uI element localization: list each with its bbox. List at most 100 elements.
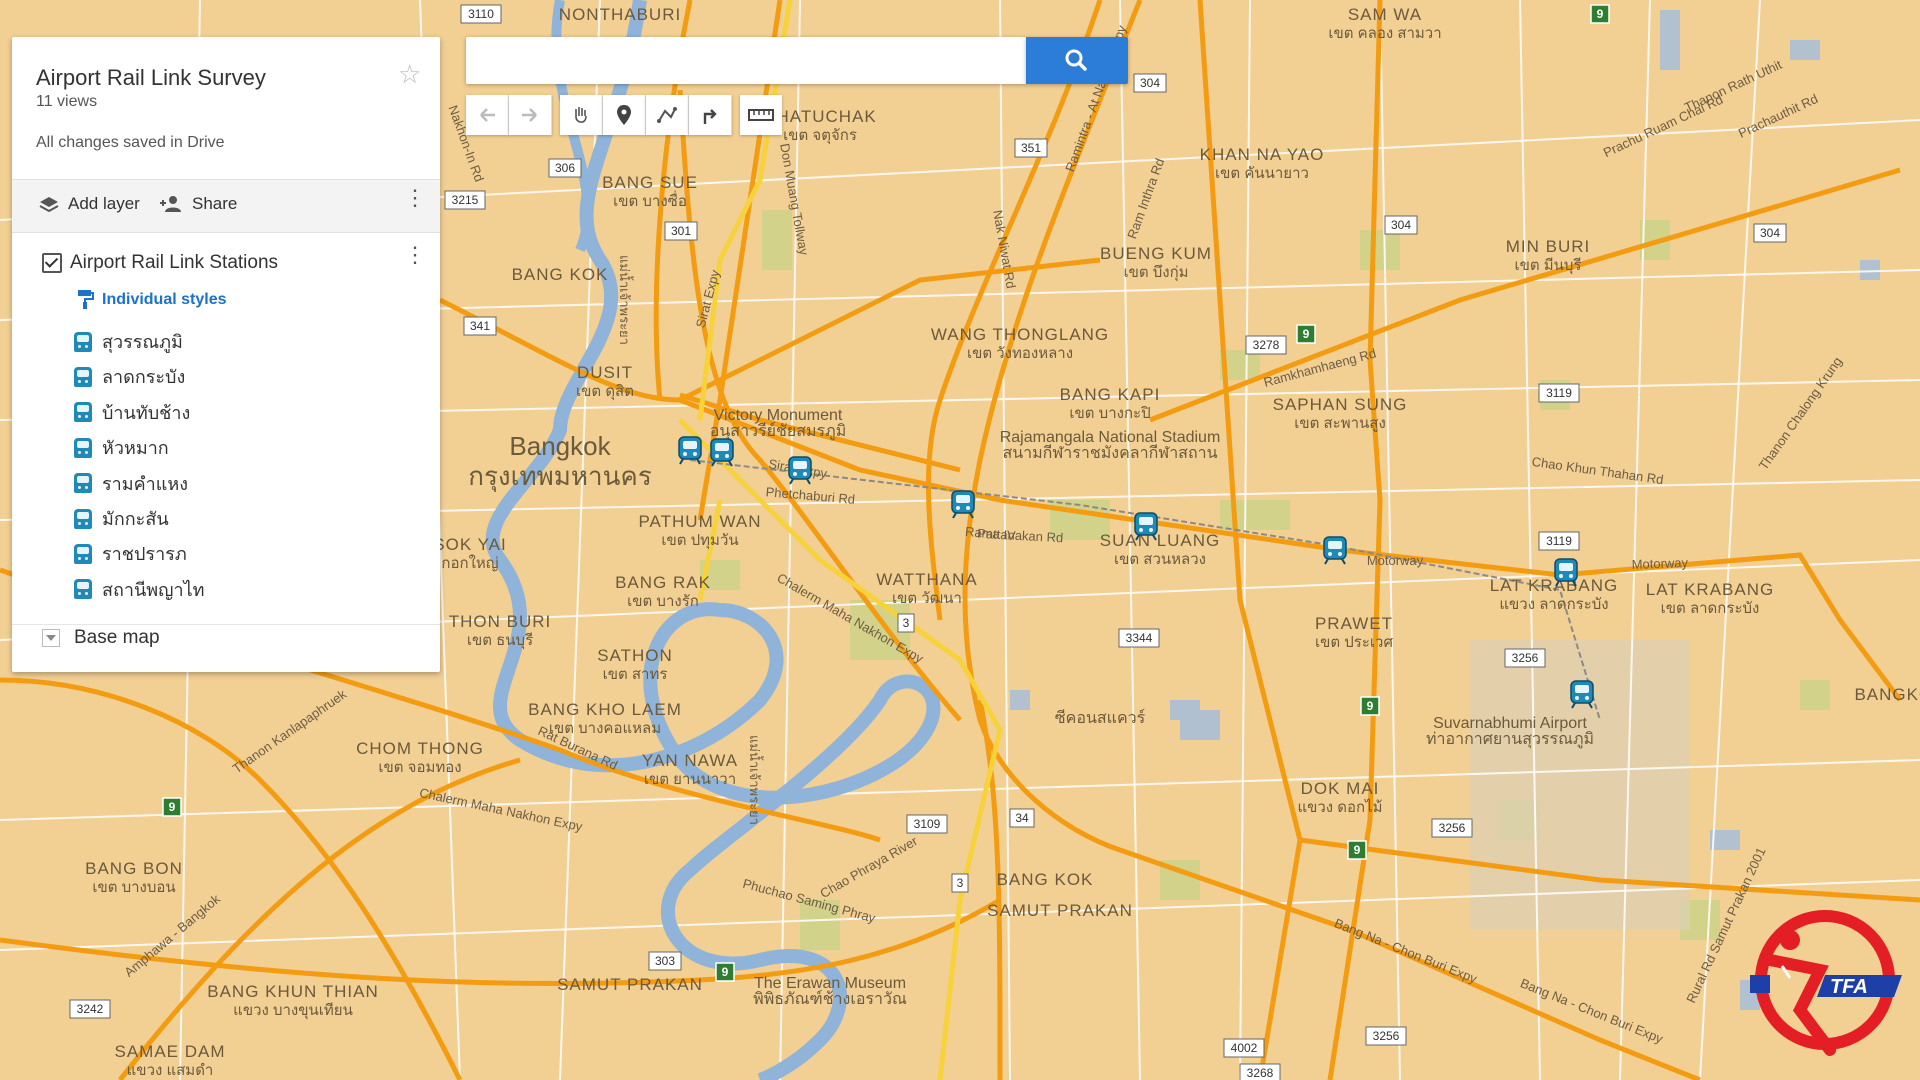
map-label: กอกใหญ่ [441, 554, 498, 572]
map-label: PATHUM WAN [638, 512, 761, 531]
map-label: The Erawan Museum [754, 975, 906, 992]
route-number: 351 [1021, 141, 1041, 155]
route-number: 3 [903, 616, 910, 630]
star-icon[interactable]: ☆ [398, 59, 421, 90]
redo-button[interactable] [509, 95, 552, 135]
map-label: LAT KRABANG [1646, 580, 1774, 599]
expand-icon [42, 629, 60, 647]
undo-button[interactable] [466, 95, 509, 135]
pan-tool-button[interactable] [560, 95, 603, 135]
station-marker[interactable] [1133, 511, 1159, 541]
route-shield: 9 [162, 797, 182, 817]
map-label: เขต ปทุมวัน [661, 532, 738, 550]
route-number: 303 [655, 954, 675, 968]
route-number: 3278 [1253, 338, 1280, 352]
map-label: BANG BON [85, 859, 183, 878]
map-label: KHAN NA YAO [1200, 145, 1325, 164]
station-marker[interactable] [950, 489, 976, 519]
map-label: เขต มีนบุรี [1514, 257, 1581, 275]
train-icon [1570, 680, 1594, 709]
station-name: หัวหมาก [102, 438, 169, 459]
route-number: 4002 [1231, 1041, 1258, 1055]
search-input[interactable] [466, 37, 1026, 84]
route-number: 3256 [1373, 1029, 1400, 1043]
train-icon [74, 402, 92, 423]
map-label: BANG KHO LAEM [528, 700, 682, 719]
map-label: SAMAE DAM [114, 1042, 225, 1061]
station-list-item[interactable]: สุวรรณภูมิ [74, 327, 183, 356]
map-label: BANG KAPI [1060, 385, 1161, 404]
more-options-icon[interactable]: ⋮ [404, 187, 426, 209]
share-label: Share [192, 194, 238, 213]
station-list-item[interactable]: หัวหมาก [74, 433, 169, 462]
style-link[interactable]: Individual styles [102, 291, 226, 309]
train-icon [74, 543, 92, 564]
station-marker[interactable] [1569, 679, 1595, 709]
station-name: สุวรรณภูมิ [102, 332, 183, 352]
add-marker-button[interactable] [603, 95, 646, 135]
route-shield: 9 [715, 962, 735, 982]
route-number: 9 [1597, 7, 1604, 21]
add-layer-button[interactable]: Add layer [38, 194, 140, 214]
route-number: 3119 [1546, 386, 1572, 400]
layer-options-icon[interactable]: ⋮ [404, 244, 426, 266]
route-number: 9 [1354, 843, 1361, 857]
station-list-item[interactable]: ราชปรารภ [74, 539, 187, 568]
map-label: WANG THONGLANG [931, 325, 1109, 344]
station-name: สถานีพญาไท [102, 579, 205, 600]
map-label: Motorway [1367, 553, 1424, 568]
map-label: SOK YAI [433, 535, 506, 554]
route-number: 3109 [914, 817, 941, 831]
map-label: แม่น้ำเจ้าพระยา [747, 735, 764, 825]
station-marker[interactable] [709, 437, 735, 467]
map-label: Motorway [1631, 555, 1688, 572]
route-shield: 306 [548, 158, 582, 178]
view-count: 11 views [36, 93, 98, 110]
route-number: 3242 [77, 1002, 104, 1016]
train-icon [788, 456, 812, 485]
logo-brand: TFA [1830, 976, 1868, 998]
route-shield: 304 [1384, 215, 1418, 235]
map-label: YAN NAWA [642, 751, 738, 770]
station-list-item[interactable]: มักกะสัน [74, 504, 169, 533]
station-name: รามคำแหง [102, 473, 189, 494]
directions-button[interactable] [689, 95, 732, 135]
map-label: เขต วังทองหลาง [967, 345, 1073, 362]
station-list-item[interactable]: สถานีพญาไท [74, 575, 205, 604]
route-number: 3215 [452, 193, 479, 207]
map-label: SAPHAN SUNG [1273, 395, 1408, 414]
map-label: ท่าอากาศยานสุวรรณภูมิ [1426, 731, 1594, 749]
station-marker[interactable] [1322, 535, 1348, 565]
map-label: เขต บางบอน [92, 879, 175, 896]
undo-icon [480, 108, 495, 122]
station-marker[interactable] [677, 435, 703, 465]
map-label: SAMUT PRAKAN [987, 901, 1133, 920]
station-list-item[interactable]: ลาดกระบัง [74, 362, 185, 391]
station-list-item[interactable]: รามคำแหง [74, 469, 188, 498]
layer-visibility-checkbox[interactable] [42, 253, 62, 273]
base-map-toggle[interactable]: Base map [42, 627, 160, 649]
share-button[interactable]: Share [158, 194, 237, 214]
map-label: DUSIT [577, 363, 633, 382]
city-name: Bangkok [509, 431, 611, 461]
station-marker[interactable] [787, 455, 813, 485]
save-status: All changes saved in Drive [36, 134, 225, 151]
map-label: เขต ประเวศ [1315, 634, 1393, 651]
route-number: 3110 [468, 7, 494, 21]
map-label: เขต คันนายาว [1215, 165, 1309, 182]
search-button[interactable] [1026, 37, 1128, 84]
route-shield: 3278 [1245, 335, 1287, 355]
draw-line-button[interactable] [646, 95, 689, 135]
map-title[interactable]: Airport Rail Link Survey [36, 65, 266, 91]
map-label: เขต สะพานสูง [1294, 415, 1386, 432]
station-marker[interactable] [1553, 557, 1579, 587]
map-label: แขวง แสมดำ [127, 1062, 214, 1079]
route-shield: 3119 [1538, 531, 1580, 551]
map-label: เขต ดุสิต [576, 383, 634, 401]
hand-icon [575, 107, 587, 123]
layer-name[interactable]: Airport Rail Link Stations [70, 252, 278, 274]
measure-button[interactable] [740, 95, 782, 135]
station-list-item[interactable]: บ้านทับช้าง [74, 398, 190, 427]
map-label: เขต บึงกุ่ม [1123, 264, 1188, 282]
route-shield: 3110 [460, 4, 502, 24]
